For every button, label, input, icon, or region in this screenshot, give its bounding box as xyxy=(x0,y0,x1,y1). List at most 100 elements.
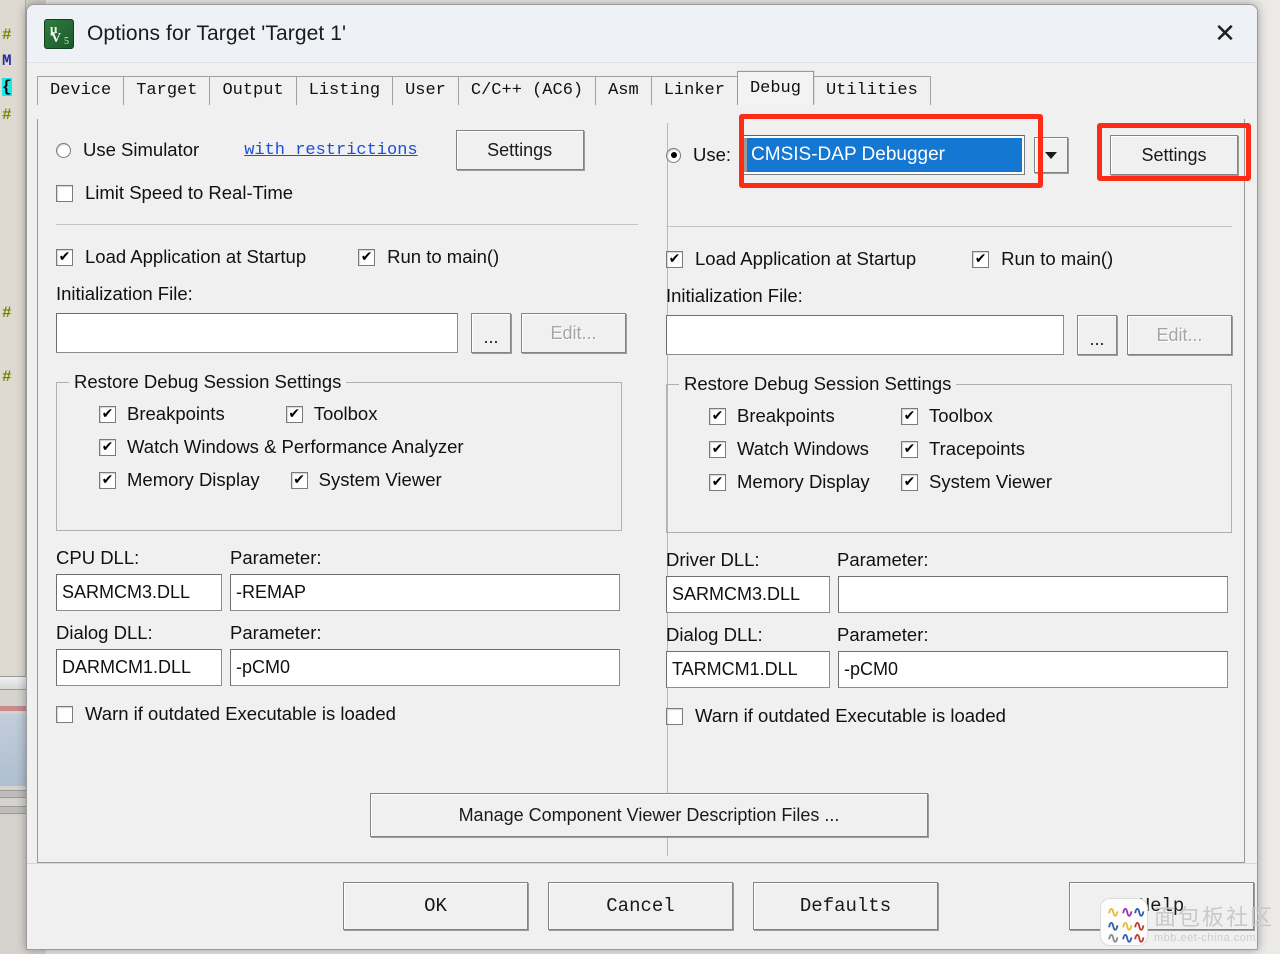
dialog-title-bar: μV5 Options for Target 'Target 1' ✕ xyxy=(27,5,1257,63)
manage-component-viewer-button[interactable]: Manage Component Viewer Description File… xyxy=(370,793,928,837)
simulator-separator xyxy=(56,224,638,225)
restore-breakpoints-checkbox-left[interactable]: ✔ xyxy=(99,405,116,423)
restore-watch-windows-label-left: Watch Windows & Performance Analyzer xyxy=(127,436,464,457)
restore-breakpoints-label-left: Breakpoints xyxy=(127,403,225,424)
tab-c-cpp[interactable]: C/C++ (AC6) xyxy=(457,76,597,105)
cancel-button[interactable]: Cancel xyxy=(548,882,733,930)
dialog-dll-input-left[interactable]: DARMCM1.DLL xyxy=(56,649,222,686)
tab-target[interactable]: Target xyxy=(123,76,211,105)
tab-user[interactable]: User xyxy=(392,76,459,105)
watermark-logo-icon: ∿ ∿ ∿ ∿ ∿ ∿ ∿ ∿ ∿ xyxy=(1100,898,1148,946)
code-token-keyword: M xyxy=(2,52,12,70)
defaults-button[interactable]: Defaults xyxy=(753,882,938,930)
tab-bar: Device Target Output Listing User C/C++ … xyxy=(37,71,1257,105)
restore-memory-display-checkbox-right[interactable]: ✔ xyxy=(709,473,726,491)
restore-system-viewer-label-right: System Viewer xyxy=(929,471,1053,492)
tab-debug[interactable]: Debug xyxy=(736,71,814,105)
cpu-parameter-input[interactable]: -REMAP xyxy=(230,574,620,611)
dialog-footer: OK Cancel Defaults Help xyxy=(27,863,1257,949)
tab-listing[interactable]: Listing xyxy=(295,76,394,105)
load-application-label-right: Load Application at Startup xyxy=(695,248,917,269)
restore-watch-windows-checkbox-left[interactable]: ✔ xyxy=(99,438,116,456)
editor-gutter xyxy=(0,0,26,680)
watermark-en-text: mbb.eet-china.com xyxy=(1154,932,1257,944)
run-to-main-checkbox-right[interactable]: ✔ xyxy=(972,250,990,268)
load-application-checkbox[interactable]: ✔ xyxy=(56,248,73,266)
restore-system-viewer-checkbox-left[interactable]: ✔ xyxy=(290,471,308,489)
simulator-settings-button[interactable]: Settings xyxy=(455,130,584,170)
use-simulator-radio[interactable] xyxy=(56,142,71,158)
watermark-cn-text: 面包板社区 xyxy=(1154,906,1275,931)
debugger-driver-value: CMSIS-DAP Debugger xyxy=(744,138,1023,172)
cpu-dll-input[interactable]: SARMCM3.DLL xyxy=(56,574,222,611)
chevron-down-icon[interactable] xyxy=(1034,137,1069,173)
warn-outdated-label-left: Warn if outdated Executable is loaded xyxy=(85,703,396,724)
driver-dll-label: Driver DLL: xyxy=(666,549,760,570)
tab-linker[interactable]: Linker xyxy=(650,76,738,105)
limit-speed-label: Limit Speed to Real-Time xyxy=(85,182,294,203)
code-token-hash-1: # xyxy=(2,26,12,44)
restore-toolbox-label-left: Toolbox xyxy=(313,403,378,424)
restore-system-viewer-checkbox-right[interactable]: ✔ xyxy=(901,473,918,491)
restore-toolbox-checkbox-left[interactable]: ✔ xyxy=(285,405,303,423)
use-simulator-label: Use Simulator xyxy=(83,139,200,160)
run-to-main-checkbox[interactable]: ✔ xyxy=(358,248,376,266)
simulator-pane: Use Simulator with restrictions Settings… xyxy=(38,119,650,862)
initialization-file-input[interactable] xyxy=(56,313,458,353)
restore-memory-display-checkbox-left[interactable]: ✔ xyxy=(99,471,116,489)
restore-breakpoints-checkbox-right[interactable]: ✔ xyxy=(709,407,726,425)
initialization-file-label-right: Initialization File: xyxy=(666,285,803,306)
code-token-brace: { xyxy=(2,78,12,96)
tab-device[interactable]: Device xyxy=(37,76,125,105)
code-token-hash-4: # xyxy=(2,368,12,386)
code-token-hash-3: # xyxy=(2,304,12,322)
tab-utilities[interactable]: Utilities xyxy=(812,76,931,105)
initialization-file-browse-button[interactable]: ... xyxy=(471,313,511,353)
driver-parameter-input[interactable] xyxy=(838,576,1228,613)
restore-watch-windows-checkbox-right[interactable]: ✔ xyxy=(709,440,726,458)
warn-outdated-checkbox-right[interactable]: ✔ xyxy=(666,707,683,725)
dialog-parameter-input-right[interactable]: -pCM0 xyxy=(838,651,1228,688)
driver-parameter-label: Parameter: xyxy=(837,549,929,570)
restore-system-viewer-label-left: System Viewer xyxy=(318,469,442,490)
restore-breakpoints-label-right: Breakpoints xyxy=(737,405,835,426)
driver-dll-input[interactable]: SARMCM3.DLL xyxy=(666,576,830,613)
debugger-pane: Use: CMSIS-DAP Debugger Settings ✔ Load … xyxy=(650,119,1252,862)
warn-outdated-checkbox-left[interactable]: ✔ xyxy=(56,705,73,723)
tab-output[interactable]: Output xyxy=(209,76,297,105)
initialization-file-label: Initialization File: xyxy=(56,283,193,304)
dialog-parameter-label-left: Parameter: xyxy=(230,622,322,643)
tab-asm[interactable]: Asm xyxy=(595,76,652,105)
limit-speed-checkbox[interactable]: ✔ xyxy=(56,184,73,202)
cpu-parameter-label: Parameter: xyxy=(230,547,322,568)
close-icon[interactable]: ✕ xyxy=(1193,5,1257,62)
restore-memory-display-label-right: Memory Display xyxy=(737,471,870,492)
footer-separator xyxy=(27,863,1257,864)
dialog-dll-label-left: Dialog DLL: xyxy=(56,622,153,643)
dialog-dll-input-right[interactable]: TARMCM1.DLL xyxy=(666,651,830,688)
debugger-driver-combobox[interactable]: CMSIS-DAP Debugger xyxy=(741,135,1026,175)
debugger-separator xyxy=(666,226,1232,227)
warn-outdated-label-right: Warn if outdated Executable is loaded xyxy=(695,705,1006,726)
with-restrictions-link[interactable]: with restrictions xyxy=(244,141,417,160)
initialization-file-edit-button-right[interactable]: Edit... xyxy=(1127,315,1232,355)
dialog-parameter-label-right: Parameter: xyxy=(837,624,929,645)
restore-memory-display-label-left: Memory Display xyxy=(127,469,260,490)
load-application-checkbox-right[interactable]: ✔ xyxy=(666,250,683,268)
restore-toolbox-label-right: Toolbox xyxy=(929,405,993,426)
initialization-file-edit-button[interactable]: Edit... xyxy=(521,313,626,353)
keil-uvision-icon: μV5 xyxy=(44,18,74,49)
ok-button[interactable]: OK xyxy=(343,882,528,930)
dialog-dll-label-right: Dialog DLL: xyxy=(666,624,763,645)
initialization-file-input-right[interactable] xyxy=(666,315,1064,355)
debugger-settings-button[interactable]: Settings xyxy=(1110,135,1239,175)
initialization-file-browse-button-right[interactable]: ... xyxy=(1077,315,1117,355)
restore-toolbox-checkbox-right[interactable]: ✔ xyxy=(901,407,918,425)
use-debugger-radio[interactable] xyxy=(666,147,681,163)
cpu-dll-label: CPU DLL: xyxy=(56,547,140,568)
dialog-parameter-input-left[interactable]: -pCM0 xyxy=(230,649,620,686)
restore-watch-windows-label-right: Watch Windows xyxy=(737,438,869,459)
restore-tracepoints-checkbox-right[interactable]: ✔ xyxy=(901,440,918,458)
use-debugger-label: Use: xyxy=(693,144,732,165)
watermark: ∿ ∿ ∿ ∿ ∿ ∿ ∿ ∿ ∿ 面包板社区 mbb.eet-china.co… xyxy=(1100,898,1274,946)
